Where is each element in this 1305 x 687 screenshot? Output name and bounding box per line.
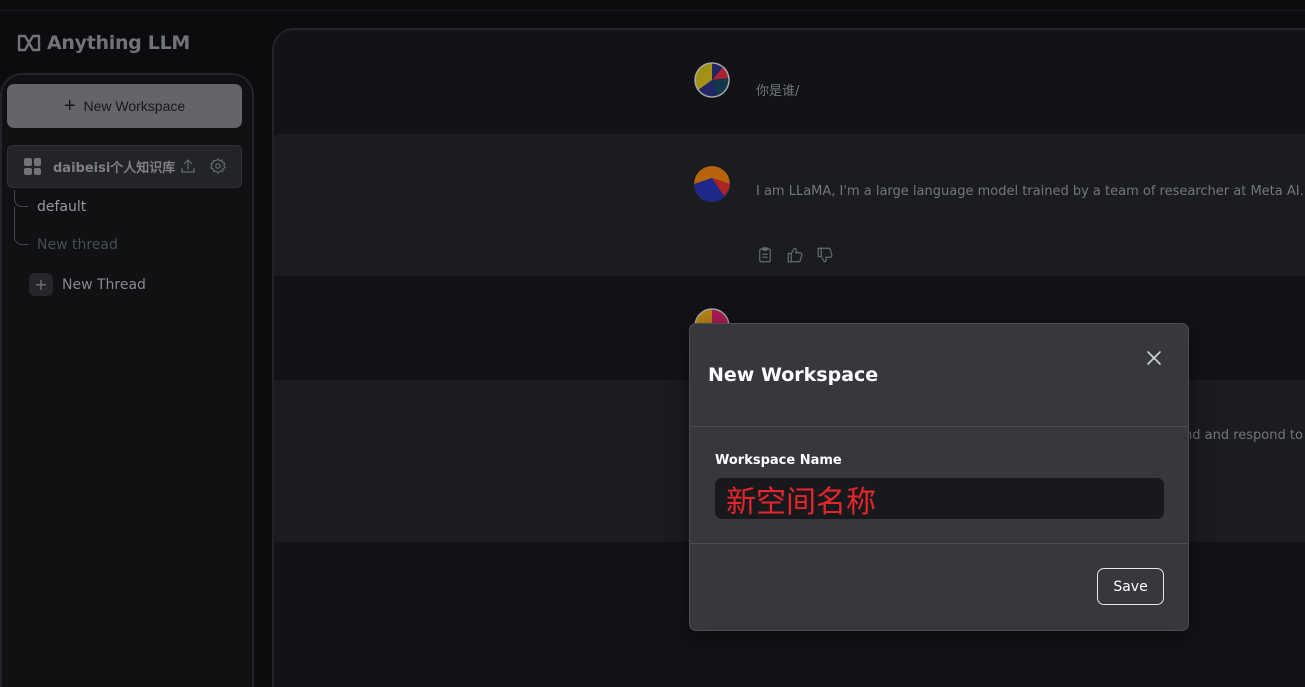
modal-divider [690, 426, 1188, 427]
new-workspace-modal: New Workspace Workspace Name Save [689, 323, 1189, 631]
modal-title: New Workspace [708, 364, 879, 386]
modal-divider [690, 543, 1188, 544]
workspace-name-label: Workspace Name [715, 453, 842, 468]
close-icon[interactable] [1144, 348, 1164, 368]
save-button[interactable]: Save [1097, 568, 1164, 605]
workspace-name-input[interactable] [715, 478, 1164, 519]
